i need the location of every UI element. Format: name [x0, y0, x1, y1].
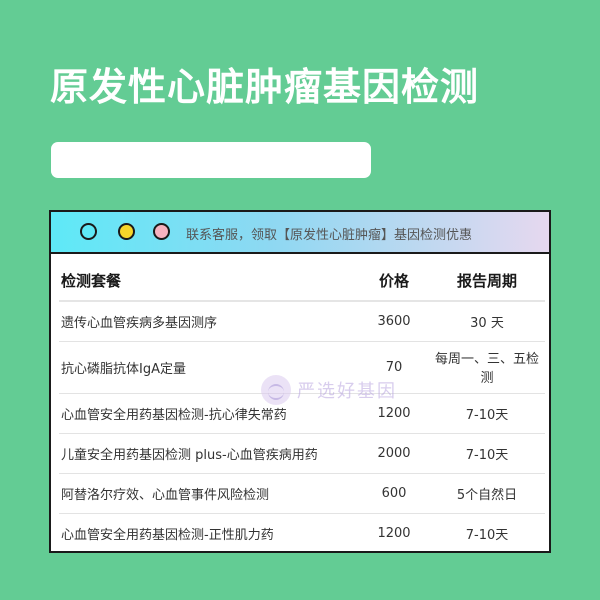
cell-package: 心血管安全用药基因检测-正性肌力药	[61, 527, 274, 543]
table-header-row: 检测套餐 价格 报告周期	[59, 260, 545, 302]
price-table: 检测套餐 价格 报告周期 遗传心血管疾病多基因测序 3600 30 天 抗心磷脂…	[59, 260, 545, 551]
cell-package: 遗传心血管疾病多基因测序	[59, 301, 359, 342]
window-dot-pink-icon[interactable]	[153, 223, 170, 240]
browser-window: 联系客服，领取【原发性心脏肿瘤】基因检测优惠 检测套餐 价格 报告周期 遗传心血…	[49, 210, 551, 553]
cell-period: 7-10天	[429, 393, 545, 434]
dna-logo-icon	[261, 375, 291, 405]
page-title: 原发性心脏肿瘤基因检测	[50, 65, 480, 109]
cell-price: 600	[359, 473, 429, 514]
header-period: 报告周期	[429, 260, 545, 302]
cell-period: 30 天	[429, 301, 545, 342]
window-dot-yellow-icon[interactable]	[118, 223, 135, 240]
header-price: 价格	[359, 260, 429, 302]
cell-package: 儿童安全用药基因检测 plus-心血管疾病用药	[59, 433, 359, 474]
watermark-text: 严选好基因	[297, 381, 397, 402]
cell-period: 7-10天	[465, 527, 509, 543]
window-title-bar: 联系客服，领取【原发性心脏肿瘤】基因检测优惠	[51, 212, 549, 254]
cell-period: 5个自然日	[429, 473, 545, 514]
table-row: 阿替洛尔疗效、心血管事件风险检测 600 5个自然日	[59, 473, 545, 514]
cell-package: 阿替洛尔疗效、心血管事件风险检测	[59, 473, 359, 514]
blank-banner	[51, 142, 371, 178]
watermark: 严选好基因	[261, 375, 397, 405]
cell-price: 1200	[377, 525, 411, 541]
table-row: 儿童安全用药基因检测 plus-心血管疾病用药 2000 7-10天	[59, 433, 545, 474]
cell-period: 每周一、三、五检测	[429, 341, 545, 394]
window-dot-blue-icon[interactable]	[80, 223, 97, 240]
promo-text[interactable]: 联系客服，领取【原发性心脏肿瘤】基因检测优惠	[186, 224, 472, 243]
table-row: 遗传心血管疾病多基因测序 3600 30 天	[59, 301, 545, 342]
cell-price: 2000	[359, 433, 429, 474]
cell-period: 7-10天	[429, 433, 545, 474]
cell-price: 3600	[359, 301, 429, 342]
header-package: 检测套餐	[59, 260, 359, 302]
table-row: 心血管安全用药基因检测-正性肌力药 1200 7-10天	[59, 513, 545, 551]
